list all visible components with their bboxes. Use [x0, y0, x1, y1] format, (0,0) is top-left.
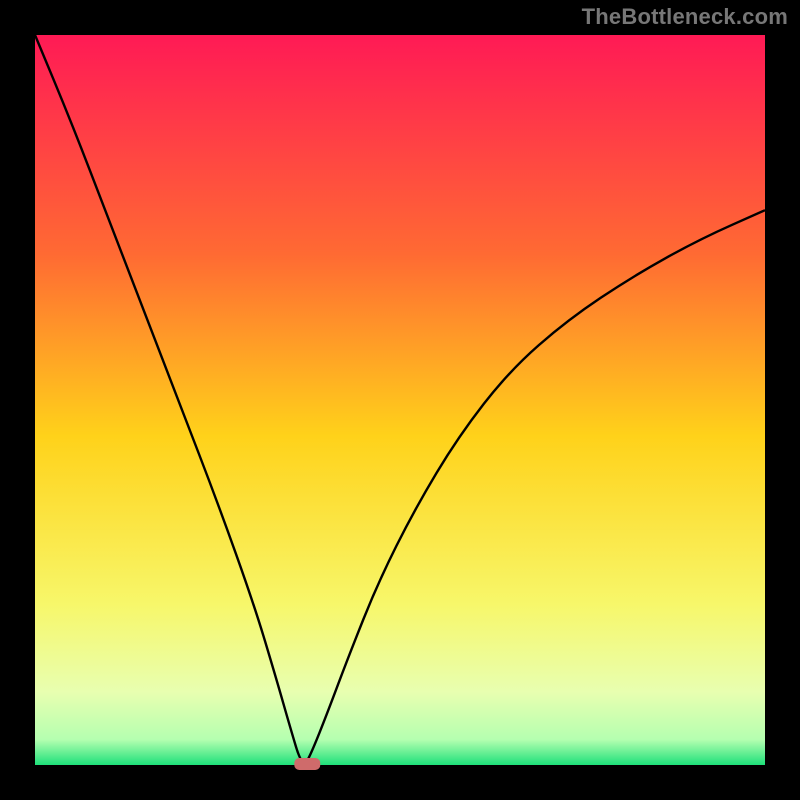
optimal-point-marker [294, 758, 320, 770]
plot-background [35, 35, 765, 765]
chart-container: TheBottleneck.com [0, 0, 800, 800]
chart-svg [0, 0, 800, 800]
watermark-text: TheBottleneck.com [582, 4, 788, 30]
